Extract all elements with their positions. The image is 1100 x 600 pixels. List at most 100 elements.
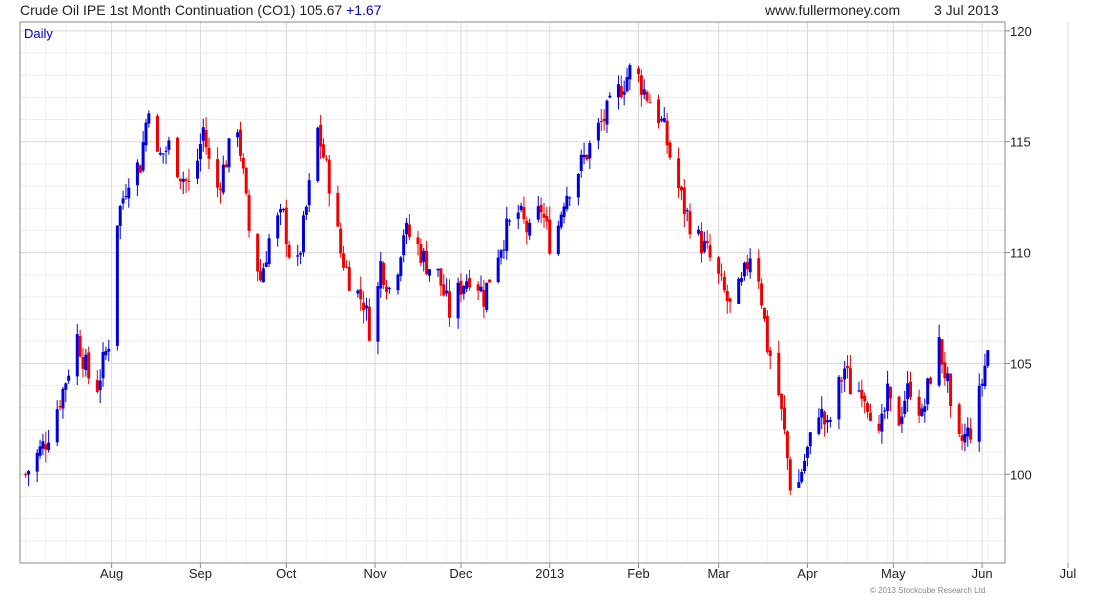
candle-down — [877, 423, 881, 431]
candle-down — [846, 365, 850, 369]
candle-up — [737, 278, 741, 304]
y-tick-label: 100 — [1010, 467, 1032, 482]
candle-down — [476, 284, 480, 291]
candle-up — [55, 409, 59, 443]
candle-up — [977, 385, 981, 442]
candle-up — [135, 162, 139, 186]
candle-down — [762, 307, 766, 319]
candle-down — [44, 444, 48, 450]
candle-down — [636, 68, 640, 75]
candle-down — [708, 245, 712, 258]
candle-down — [319, 124, 323, 147]
candle-up — [946, 373, 950, 381]
candle-up — [966, 427, 970, 437]
candle-down — [241, 157, 245, 169]
candle-down — [382, 262, 386, 285]
candle-up — [485, 282, 489, 310]
candle-up — [127, 187, 131, 199]
candle-up — [356, 290, 360, 294]
candle-up — [588, 143, 592, 159]
candle-up — [963, 433, 967, 443]
candle-up — [41, 441, 45, 449]
candle-down — [385, 286, 389, 293]
candle-down — [619, 86, 623, 98]
candle-up — [820, 408, 824, 418]
candle-up — [299, 252, 303, 255]
candle-up — [98, 380, 102, 391]
candle-down — [155, 115, 159, 152]
candle-up — [837, 376, 841, 420]
candle-up — [301, 215, 305, 253]
candle-down — [24, 473, 28, 475]
candle-down — [668, 142, 672, 158]
candle-up — [144, 122, 148, 146]
candle-down — [677, 158, 681, 189]
candle-down — [909, 381, 913, 398]
candle-down — [256, 233, 260, 272]
candle-up — [697, 229, 701, 234]
candle-down — [187, 180, 191, 182]
candle-up — [462, 286, 466, 294]
candle-down — [482, 289, 486, 307]
candle-down — [539, 204, 543, 213]
candle-up — [236, 132, 240, 138]
candle-up — [221, 164, 225, 193]
candle-up — [923, 406, 927, 412]
candle-down — [216, 159, 220, 188]
candle-down — [788, 459, 792, 491]
candle-down — [848, 368, 852, 395]
candle-up — [296, 255, 300, 257]
candle-up — [608, 95, 612, 98]
candle-down — [682, 187, 686, 215]
candle-up — [479, 286, 483, 292]
candle-up — [983, 365, 987, 387]
candle-up — [980, 383, 984, 386]
candle-up — [926, 378, 930, 405]
candle-up — [800, 472, 804, 482]
candle-up — [181, 178, 185, 182]
candle-up — [496, 257, 500, 283]
candle-up — [805, 446, 809, 458]
candle-up — [886, 383, 890, 411]
candle-down — [218, 188, 222, 191]
candle-down — [175, 137, 179, 178]
candle-up — [267, 238, 271, 264]
candle-up — [387, 287, 391, 290]
candle-down — [783, 407, 787, 430]
candle-down — [322, 144, 326, 158]
candle-down — [207, 147, 211, 159]
candle-up — [118, 205, 122, 226]
x-tick-label: Feb — [627, 566, 649, 581]
candle-up — [402, 235, 406, 256]
candle-down — [244, 167, 248, 194]
candle-up — [568, 197, 572, 199]
candle-down — [780, 393, 784, 409]
candle-up — [364, 305, 368, 309]
candle-up — [261, 268, 265, 283]
candle-up — [808, 432, 812, 447]
candle-up — [565, 195, 569, 210]
candle-up — [519, 205, 523, 210]
candle-up — [47, 442, 51, 451]
period-label: Daily — [24, 26, 53, 41]
candle-down — [468, 278, 472, 288]
candle-up — [147, 113, 151, 124]
candle-up — [75, 334, 79, 377]
candle-up — [857, 390, 861, 392]
candle-up — [158, 152, 162, 155]
candle-down — [81, 357, 85, 369]
x-tick-label: Jul — [1060, 566, 1077, 581]
candle-down — [238, 129, 242, 156]
candle-down — [866, 403, 870, 412]
x-tick-label: Nov — [363, 566, 387, 581]
candle-down — [545, 216, 549, 222]
candle-up — [536, 206, 540, 220]
candle-up — [616, 84, 620, 98]
candle-up — [828, 419, 832, 422]
candle-down — [95, 380, 99, 392]
candle-down — [442, 284, 446, 296]
candle-up — [825, 420, 829, 423]
candle-up — [748, 258, 752, 273]
candle-up — [84, 354, 88, 370]
candle-down — [87, 352, 91, 379]
